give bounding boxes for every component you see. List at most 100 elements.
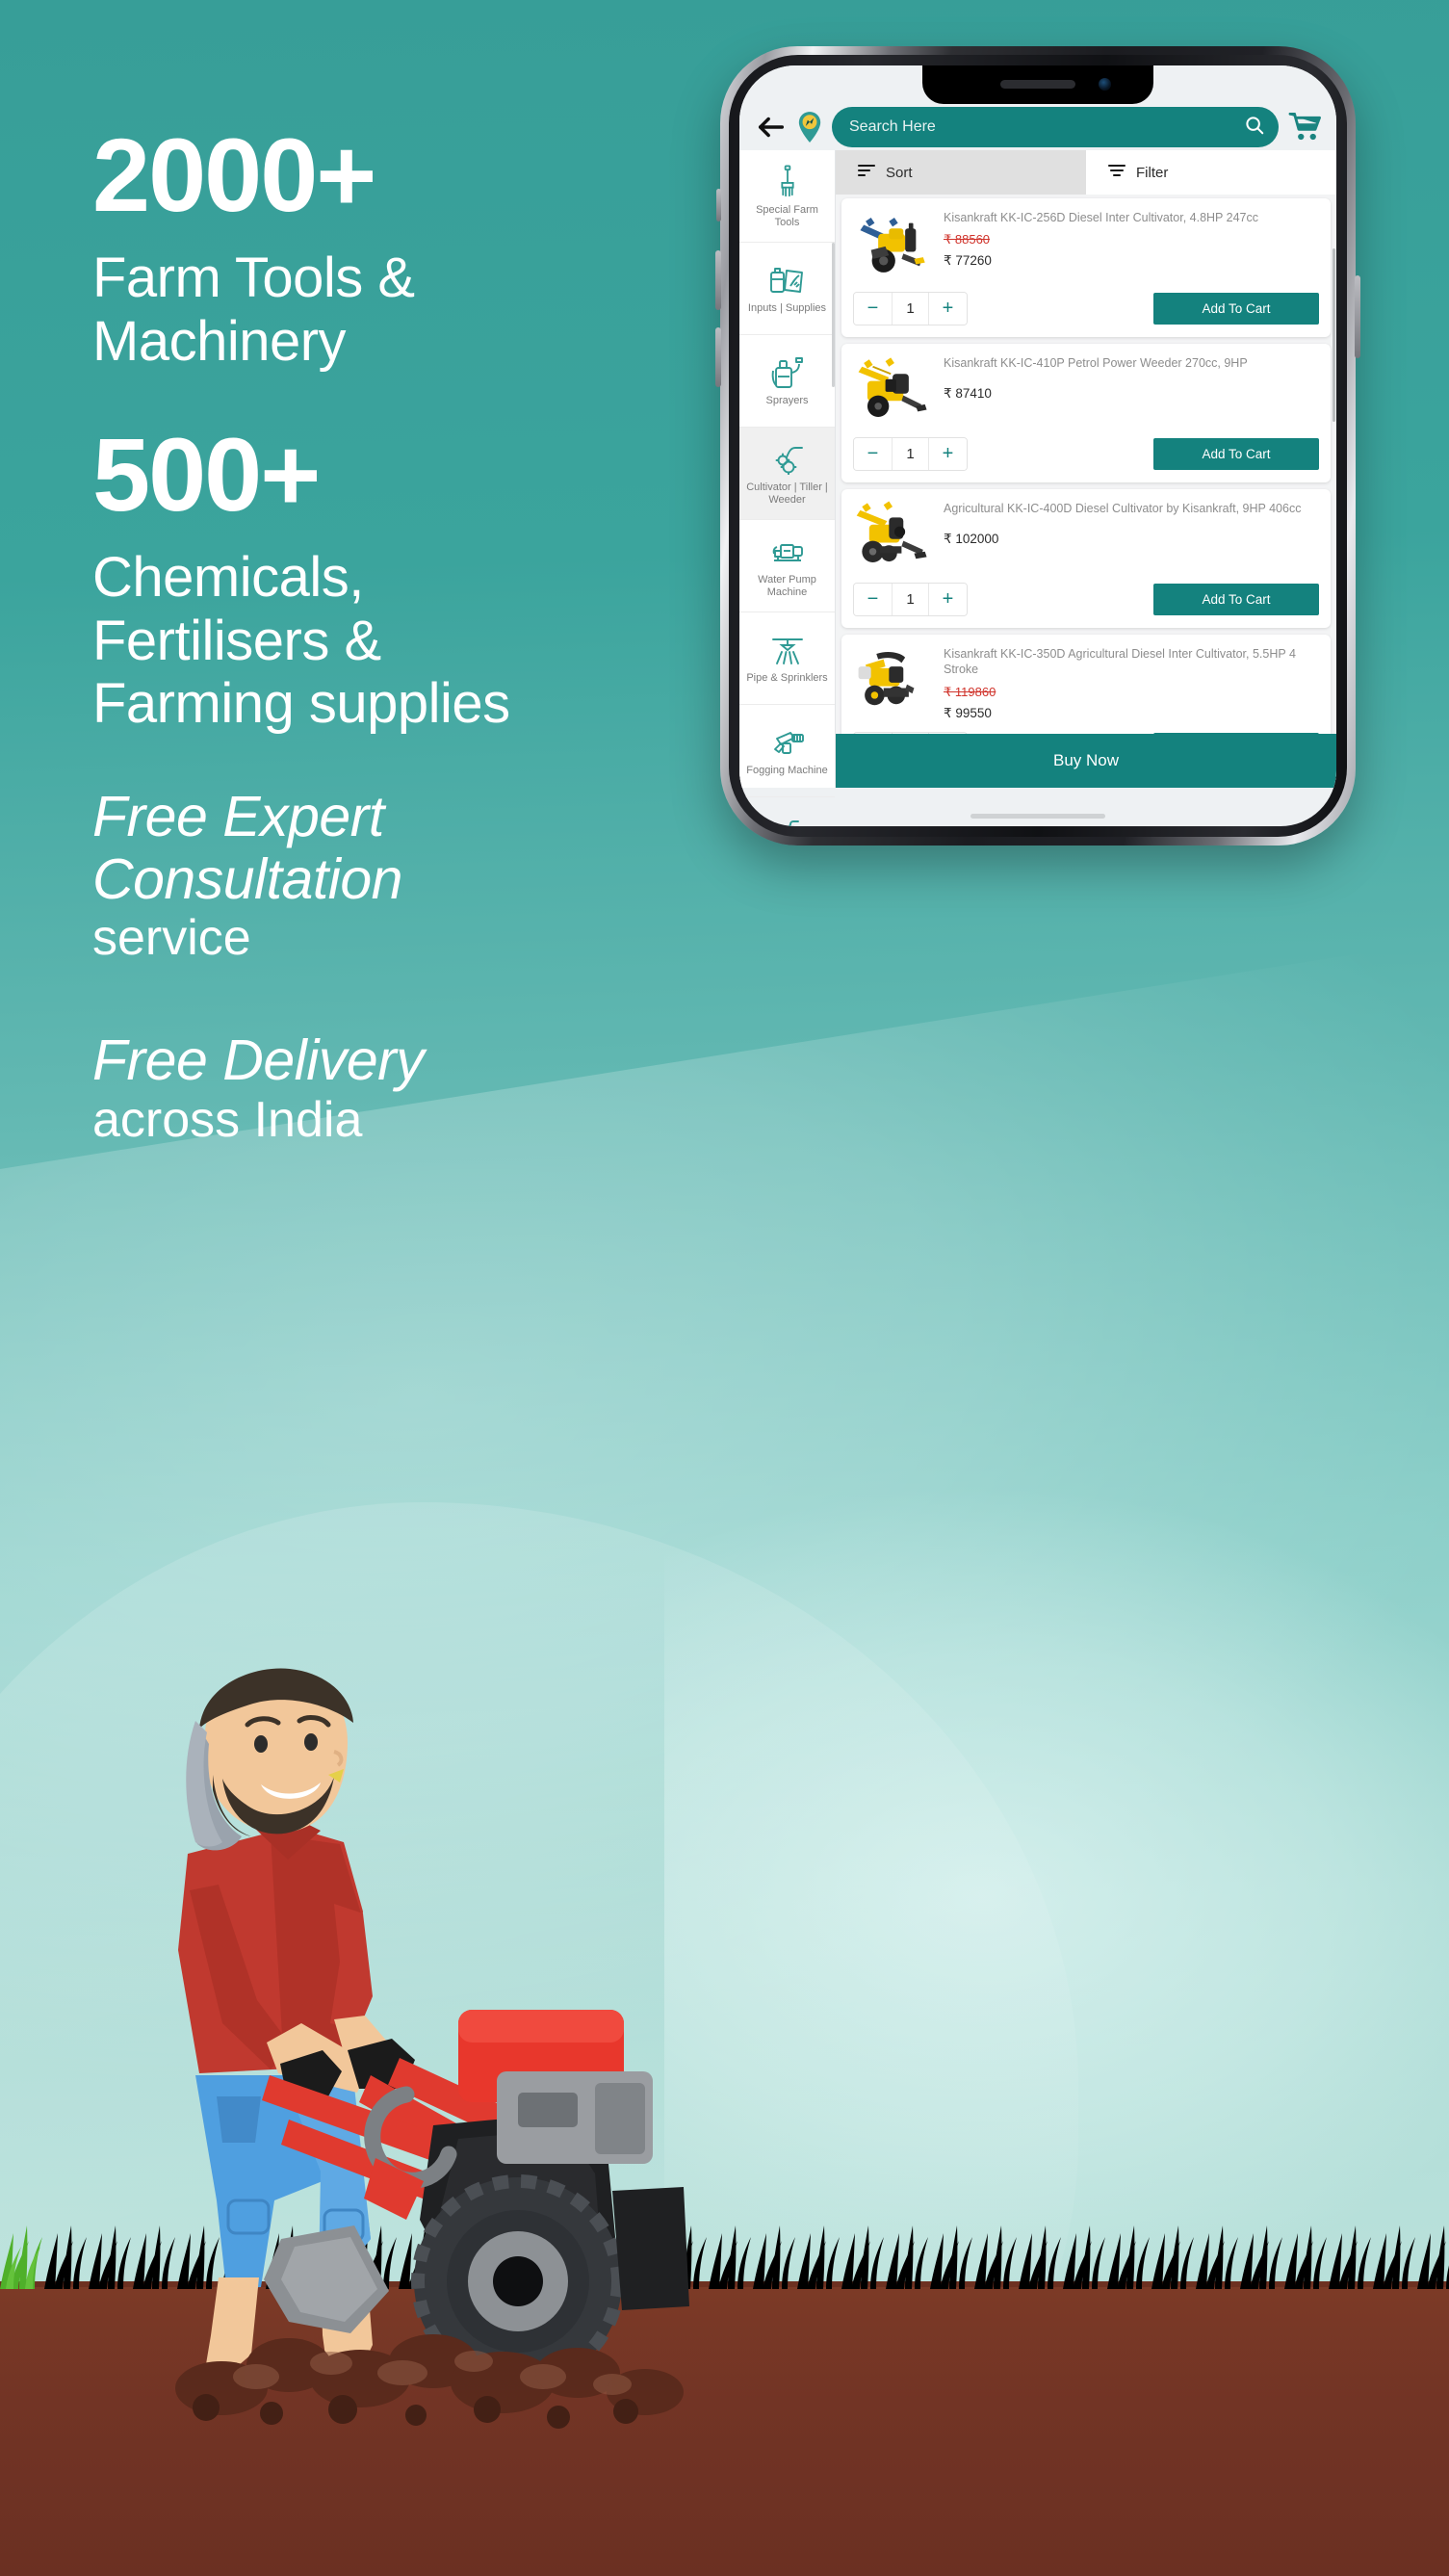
product-info: Kisankraft KK-IC-350D Agricultural Diese…	[944, 644, 1319, 721]
promo-poster: 2000+ Farm Tools & Machinery 500+ Chemic…	[0, 0, 1449, 2576]
sidebar-item-sprayers[interactable]: Sprayers	[739, 335, 835, 428]
sort-button[interactable]: Sort	[836, 150, 1086, 195]
product-name: Kisankraft KK-IC-410P Petrol Power Weede…	[944, 356, 1248, 370]
feature-plain-2: across India	[92, 1092, 363, 1149]
add-to-cart-button[interactable]: Add To Cart	[1153, 584, 1319, 615]
location-pin-icon[interactable]	[797, 111, 822, 143]
product-price: ₹ 99550	[944, 705, 992, 720]
category-sidebar[interactable]: Special Farm Tools Inputs | Supplies Spr…	[739, 150, 836, 826]
quantity-stepper[interactable]: − 1 +	[853, 292, 968, 325]
sidebar-item-label: Fogging Machine	[746, 765, 828, 777]
sidebar-item-brush-cutter[interactable]: Brush Cutter	[739, 797, 835, 826]
search-placeholder-text: Search Here	[849, 118, 936, 135]
quantity-increment-button[interactable]: +	[929, 438, 967, 470]
brush-cutter-icon	[768, 817, 807, 826]
sidebar-item-label: Cultivator | Tiller | Weeder	[746, 481, 828, 506]
product-mrp: ₹ 88560	[944, 232, 991, 247]
product-card[interactable]: Kisankraft KK-IC-410P Petrol Power Weede…	[841, 344, 1331, 482]
sidebar-item-label: Inputs | Supplies	[747, 302, 827, 315]
phone-mockup: Search Here Special Farm Tools Inputs | …	[715, 46, 1360, 846]
sidebar-item-water-pump-machine[interactable]: Water Pump Machine	[739, 520, 835, 612]
add-to-cart-button[interactable]: Add To Cart	[1153, 438, 1319, 470]
headline-block-2: 500+ Chemicals, Fertilisers & Farming su…	[92, 423, 709, 736]
quantity-decrement-button[interactable]: −	[854, 584, 892, 615]
sidebar-item-cultivator-tiller-weeder[interactable]: Cultivator | Tiller | Weeder	[739, 428, 835, 520]
sidebar-item-label: Sprayers	[765, 395, 809, 407]
quantity-value: 1	[892, 293, 929, 325]
buy-now-button[interactable]: Buy Now	[836, 734, 1336, 788]
sidebar-item-inputs-supplies[interactable]: Inputs | Supplies	[739, 243, 835, 335]
sidebar-item-pipe-sprinklers[interactable]: Pipe & Sprinklers	[739, 612, 835, 705]
headline-number-2: 500+	[92, 416, 321, 533]
product-card[interactable]: Agricultural KK-IC-400D Diesel Cultivato…	[841, 489, 1331, 628]
product-card-actions: − 1 + Add To Cart	[853, 583, 1319, 616]
product-price: ₹ 102000	[944, 532, 999, 547]
product-info: Kisankraft KK-IC-256D Diesel Inter Culti…	[944, 208, 1319, 281]
product-list-column: Sort Filter Kisankraft KK-IC-256D Diesel…	[836, 150, 1336, 788]
quantity-stepper[interactable]: − 1 +	[853, 437, 968, 471]
sidebar-item-special-farm-tools[interactable]: Special Farm Tools	[739, 150, 835, 243]
sort-filter-bar: Sort Filter	[836, 150, 1336, 195]
quantity-stepper[interactable]: − 1 +	[853, 583, 968, 616]
home-indicator	[970, 814, 1105, 819]
marketing-copy: 2000+ Farm Tools & Machinery 500+ Chemic…	[92, 123, 709, 1211]
product-card[interactable]: Kisankraft KK-IC-256D Diesel Inter Culti…	[841, 198, 1331, 337]
product-list-scrollbar[interactable]	[1333, 248, 1335, 422]
headline-line-1a: Farm Tools &	[92, 247, 415, 309]
product-thumbnail	[853, 499, 934, 572]
headline-line-2b: Fertilisers &	[92, 609, 381, 672]
sidebar-item-label: Pipe & Sprinklers	[746, 672, 828, 685]
headline-block-1: 2000+ Farm Tools & Machinery	[92, 123, 709, 373]
product-card-actions: − 1 + Add To Cart	[853, 437, 1319, 471]
headline-line-2c: Farming supplies	[92, 672, 510, 736]
filter-lines-icon	[1107, 163, 1126, 182]
magnifier-icon[interactable]	[1244, 115, 1265, 141]
headline-number-1: 2000+	[92, 117, 376, 233]
product-card-top: Kisankraft KK-IC-410P Petrol Power Weede…	[853, 353, 1319, 427]
quantity-value: 1	[892, 584, 929, 615]
sprayer-icon	[768, 354, 807, 391]
app-body: Special Farm Tools Inputs | Supplies Spr…	[739, 150, 1336, 826]
soil-mound-illustration	[144, 2273, 741, 2465]
headline-line-1b: Machinery	[92, 309, 347, 373]
feature-block-consultation: Free Expert Consultation service	[92, 785, 709, 969]
product-thumbnail	[853, 208, 934, 281]
phone-notch	[922, 65, 1153, 104]
filter-label: Filter	[1136, 164, 1169, 181]
sprinkler-icon	[768, 632, 807, 668]
feature-emphasis-2a: Free Delivery	[92, 1028, 425, 1093]
product-mrp: ₹ 119860	[944, 684, 996, 699]
search-input[interactable]: Search Here	[832, 107, 1279, 147]
product-name: Kisankraft KK-IC-350D Agricultural Diese…	[944, 647, 1296, 677]
earpiece-speaker	[1000, 80, 1075, 89]
fogging-gun-icon	[768, 724, 807, 761]
category-sidebar-scrollbar[interactable]	[832, 243, 835, 387]
feature-emphasis-1b: Consultation	[92, 846, 403, 911]
product-card-top: Kisankraft KK-IC-256D Diesel Inter Culti…	[853, 208, 1319, 281]
quantity-increment-button[interactable]: +	[929, 293, 967, 325]
quantity-increment-button[interactable]: +	[929, 584, 967, 615]
arrow-left-icon[interactable]	[755, 111, 788, 143]
phone-volume-down-button[interactable]	[715, 327, 721, 387]
product-card-top: Agricultural KK-IC-400D Diesel Cultivato…	[853, 499, 1319, 572]
add-to-cart-button[interactable]: Add To Cart	[1153, 293, 1319, 325]
quantity-decrement-button[interactable]: −	[854, 293, 892, 325]
product-scroll-area[interactable]: Kisankraft KK-IC-256D Diesel Inter Culti…	[836, 195, 1336, 788]
sidebar-item-label: Special Farm Tools	[756, 204, 818, 228]
sidebar-item-label: Water Pump Machine	[758, 574, 816, 598]
phone-screen: Search Here Special Farm Tools Inputs | …	[739, 65, 1336, 826]
shopping-cart-icon[interactable]	[1288, 112, 1321, 142]
phone-power-button[interactable]	[1355, 275, 1360, 358]
product-info: Agricultural KK-IC-400D Diesel Cultivato…	[944, 499, 1319, 572]
phone-silent-switch[interactable]	[716, 189, 721, 221]
pitchfork-icon	[768, 164, 807, 200]
tiller-icon	[768, 441, 807, 478]
quantity-decrement-button[interactable]: −	[854, 438, 892, 470]
product-price: ₹ 77260	[944, 253, 992, 269]
phone-volume-up-button[interactable]	[715, 250, 721, 310]
filter-button[interactable]: Filter	[1086, 150, 1336, 195]
product-card-actions: − 1 + Add To Cart	[853, 292, 1319, 325]
front-camera-icon	[1099, 78, 1111, 91]
feature-block-delivery: Free Delivery across India	[92, 1029, 709, 1150]
sidebar-item-fogging-machine[interactable]: Fogging Machine	[739, 705, 835, 797]
